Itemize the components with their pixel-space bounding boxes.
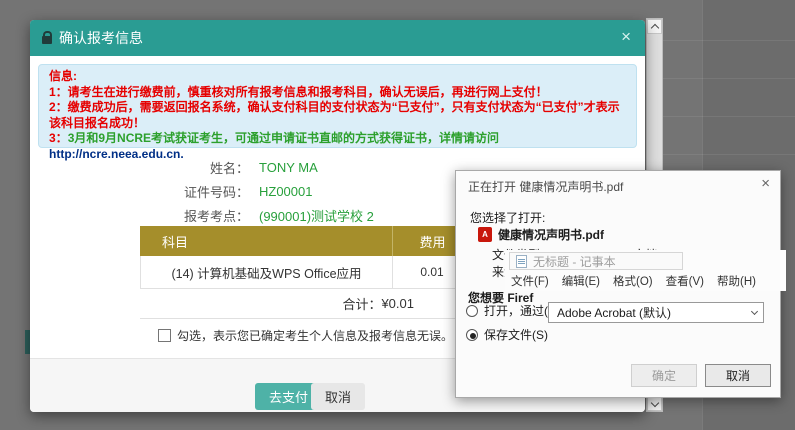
field-row-exam-site: 报考考点： (990001)测试学校 2: [30, 204, 460, 226]
notice-line-1: 1：请考生在进行缴费前，慎重核对所有报考信息和报考科目，确认无误后，再进行网上支…: [49, 85, 626, 101]
fee-table: 科目 费用 (14) 计算机基础及WPS Office应用 0.01 合计： ¥…: [140, 226, 472, 319]
id-number-label: 证件号码：: [30, 182, 249, 201]
notice-line-2: 2：缴费成功后，需要返回报名系统，确认支付科目的支付状态为“已支付”，只有支付状…: [49, 100, 626, 131]
id-number-value: HZ00001: [259, 184, 312, 199]
background-row-line: [663, 154, 795, 155]
background-row-line: [663, 116, 795, 117]
cancel-button[interactable]: 取消: [311, 383, 365, 410]
scroll-up-button[interactable]: [647, 19, 662, 34]
chevron-down-icon: [650, 398, 658, 406]
exam-site-value: (990001)测试学校 2: [259, 206, 374, 225]
total-label: 合计：: [342, 294, 381, 313]
save-file-label: 保存文件(S): [484, 326, 548, 343]
notice-line-3-text: 3月和9月NCRE考试获证考生，可通过申请证书直邮的方式获得证书，详情请访问: [68, 131, 499, 145]
pdf-file-icon: A: [478, 227, 492, 242]
download-dialog-title: 正在打开 健康情况声明书.pdf: [468, 178, 623, 195]
total-row: 合计： ¥0.01: [140, 289, 472, 319]
open-with-radio[interactable]: [466, 305, 478, 317]
name-value: TONY MA: [259, 160, 318, 175]
notepad-title: 无标题 - 记事本: [533, 253, 616, 270]
notice-box: 信息: 1：请考生在进行缴费前，慎重核对所有报考信息和报考科目，确认无误后，再进…: [38, 64, 637, 148]
dialog-titlebar: 确认报考信息 ×: [30, 20, 645, 56]
lock-icon: [42, 36, 52, 44]
subject-cell: (14) 计算机基础及WPS Office应用: [141, 256, 393, 288]
background-row-line: [663, 40, 795, 41]
confirm-checkbox[interactable]: [158, 329, 171, 342]
chosen-to-open-label: 您选择了打开:: [470, 209, 545, 226]
scroll-down-button[interactable]: [647, 396, 662, 411]
menu-file[interactable]: 文件(F): [511, 273, 549, 289]
confirm-checkbox-label: 勾选，表示您已确定考生个人信息及报考信息无误。: [177, 327, 453, 344]
field-row-id-number: 证件号码： HZ00001: [30, 180, 460, 202]
notice-heading: 信息:: [49, 69, 626, 85]
menu-help[interactable]: 帮助(H): [717, 273, 756, 289]
close-icon[interactable]: ×: [621, 27, 631, 47]
background-row-line: [663, 78, 795, 79]
subject-column-header: 科目: [140, 226, 393, 256]
exam-site-label: 报考考点：: [30, 206, 249, 225]
dialog-title: 确认报考信息: [59, 28, 143, 48]
total-value: ¥0.01: [381, 296, 414, 311]
save-file-radio[interactable]: [466, 329, 478, 341]
chevron-up-icon: [650, 23, 658, 31]
fee-table-header: 科目 费用: [140, 226, 472, 256]
confirm-checkbox-row: 勾选，表示您已确定考生个人信息及报考信息无误。: [158, 327, 453, 344]
notepad-window-fragment: 无标题 - 记事本 文件(F) 编辑(E) 格式(O) 查看(V) 帮助(H): [505, 250, 786, 291]
name-label: 姓名：: [30, 158, 249, 177]
save-file-option: 保存文件(S): [466, 326, 548, 343]
file-name: 健康情况声明书.pdf: [498, 226, 604, 243]
notepad-icon: [516, 255, 527, 268]
chevron-down-icon: [751, 308, 758, 315]
open-with-select[interactable]: Adobe Acrobat (默认): [548, 302, 764, 323]
open-with-selected-value: Adobe Acrobat (默认): [557, 304, 671, 321]
ok-button[interactable]: 确定: [631, 364, 697, 387]
menu-edit[interactable]: 编辑(E): [562, 273, 600, 289]
notepad-titlebar: 无标题 - 记事本: [509, 252, 683, 270]
notice-line-3-prefix: 3：: [49, 131, 68, 145]
field-row-name: 姓名： TONY MA: [30, 156, 460, 178]
screen: 确认报考信息 × 信息: 1：请考生在进行缴费前，慎重核对所有报考信息和报考科目…: [0, 0, 795, 430]
close-icon[interactable]: ×: [761, 175, 770, 192]
table-row: (14) 计算机基础及WPS Office应用 0.01: [140, 256, 472, 289]
dialog-cancel-button[interactable]: 取消: [705, 364, 771, 387]
notepad-menubar: 文件(F) 编辑(E) 格式(O) 查看(V) 帮助(H): [511, 273, 756, 289]
menu-view[interactable]: 查看(V): [666, 273, 704, 289]
file-row: A 健康情况声明书.pdf: [478, 226, 604, 243]
menu-format[interactable]: 格式(O): [613, 273, 653, 289]
